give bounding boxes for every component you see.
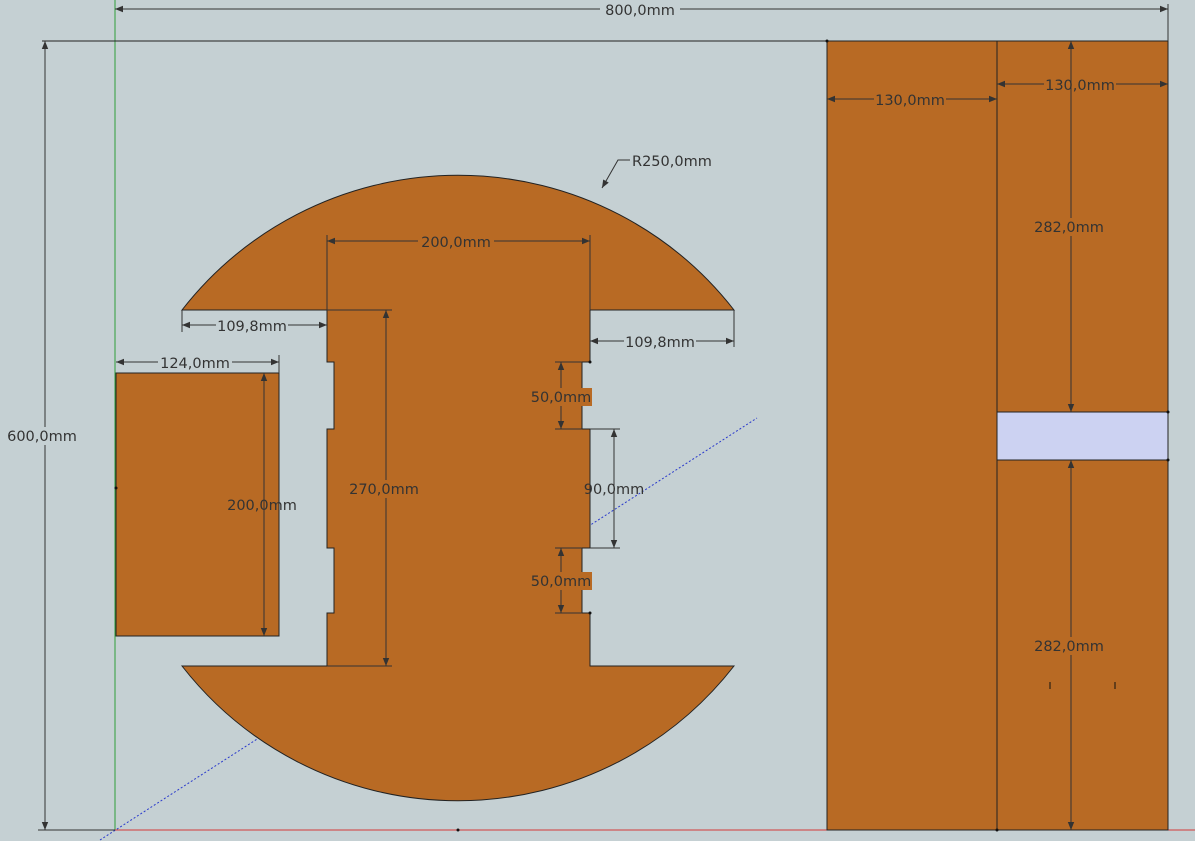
dim-small-panel-height: 200,0mm	[227, 498, 297, 514]
dim-notch-gap: 90,0mm	[584, 482, 645, 498]
dim-neck-height: 270,0mm	[349, 482, 419, 498]
dim-shoulder-left: 109,8mm	[217, 319, 287, 335]
dim-notch-top: 50,0mm	[531, 390, 592, 406]
dim-shoulder-right: 109,8mm	[625, 335, 695, 351]
dim-overall-height: 600,0mm	[7, 429, 77, 445]
dim-notch-bottom: 50,0mm	[531, 574, 592, 590]
dim-radius: R250,0mm	[632, 154, 712, 170]
dim-board-upper-height: 282,0mm	[1034, 220, 1104, 236]
dim-board-right-width: 130,0mm	[1045, 78, 1115, 94]
dim-board-lower-height: 282,0mm	[1034, 639, 1104, 655]
board-slot[interactable]	[996, 411, 1169, 461]
dim-board-left-width: 130,0mm	[875, 93, 945, 109]
dim-small-panel-width: 124,0mm	[160, 356, 230, 372]
board-left[interactable]	[826, 40, 998, 831]
cad-drawing-canvas[interactable]: 800,0mm 600,0mm R250,0mm 200,0mm 109,8mm…	[0, 0, 1195, 841]
dim-overall-width: 800,0mm	[605, 3, 675, 19]
dim-neck-width: 200,0mm	[421, 235, 491, 251]
dim-line-radius-leader	[601, 159, 630, 189]
